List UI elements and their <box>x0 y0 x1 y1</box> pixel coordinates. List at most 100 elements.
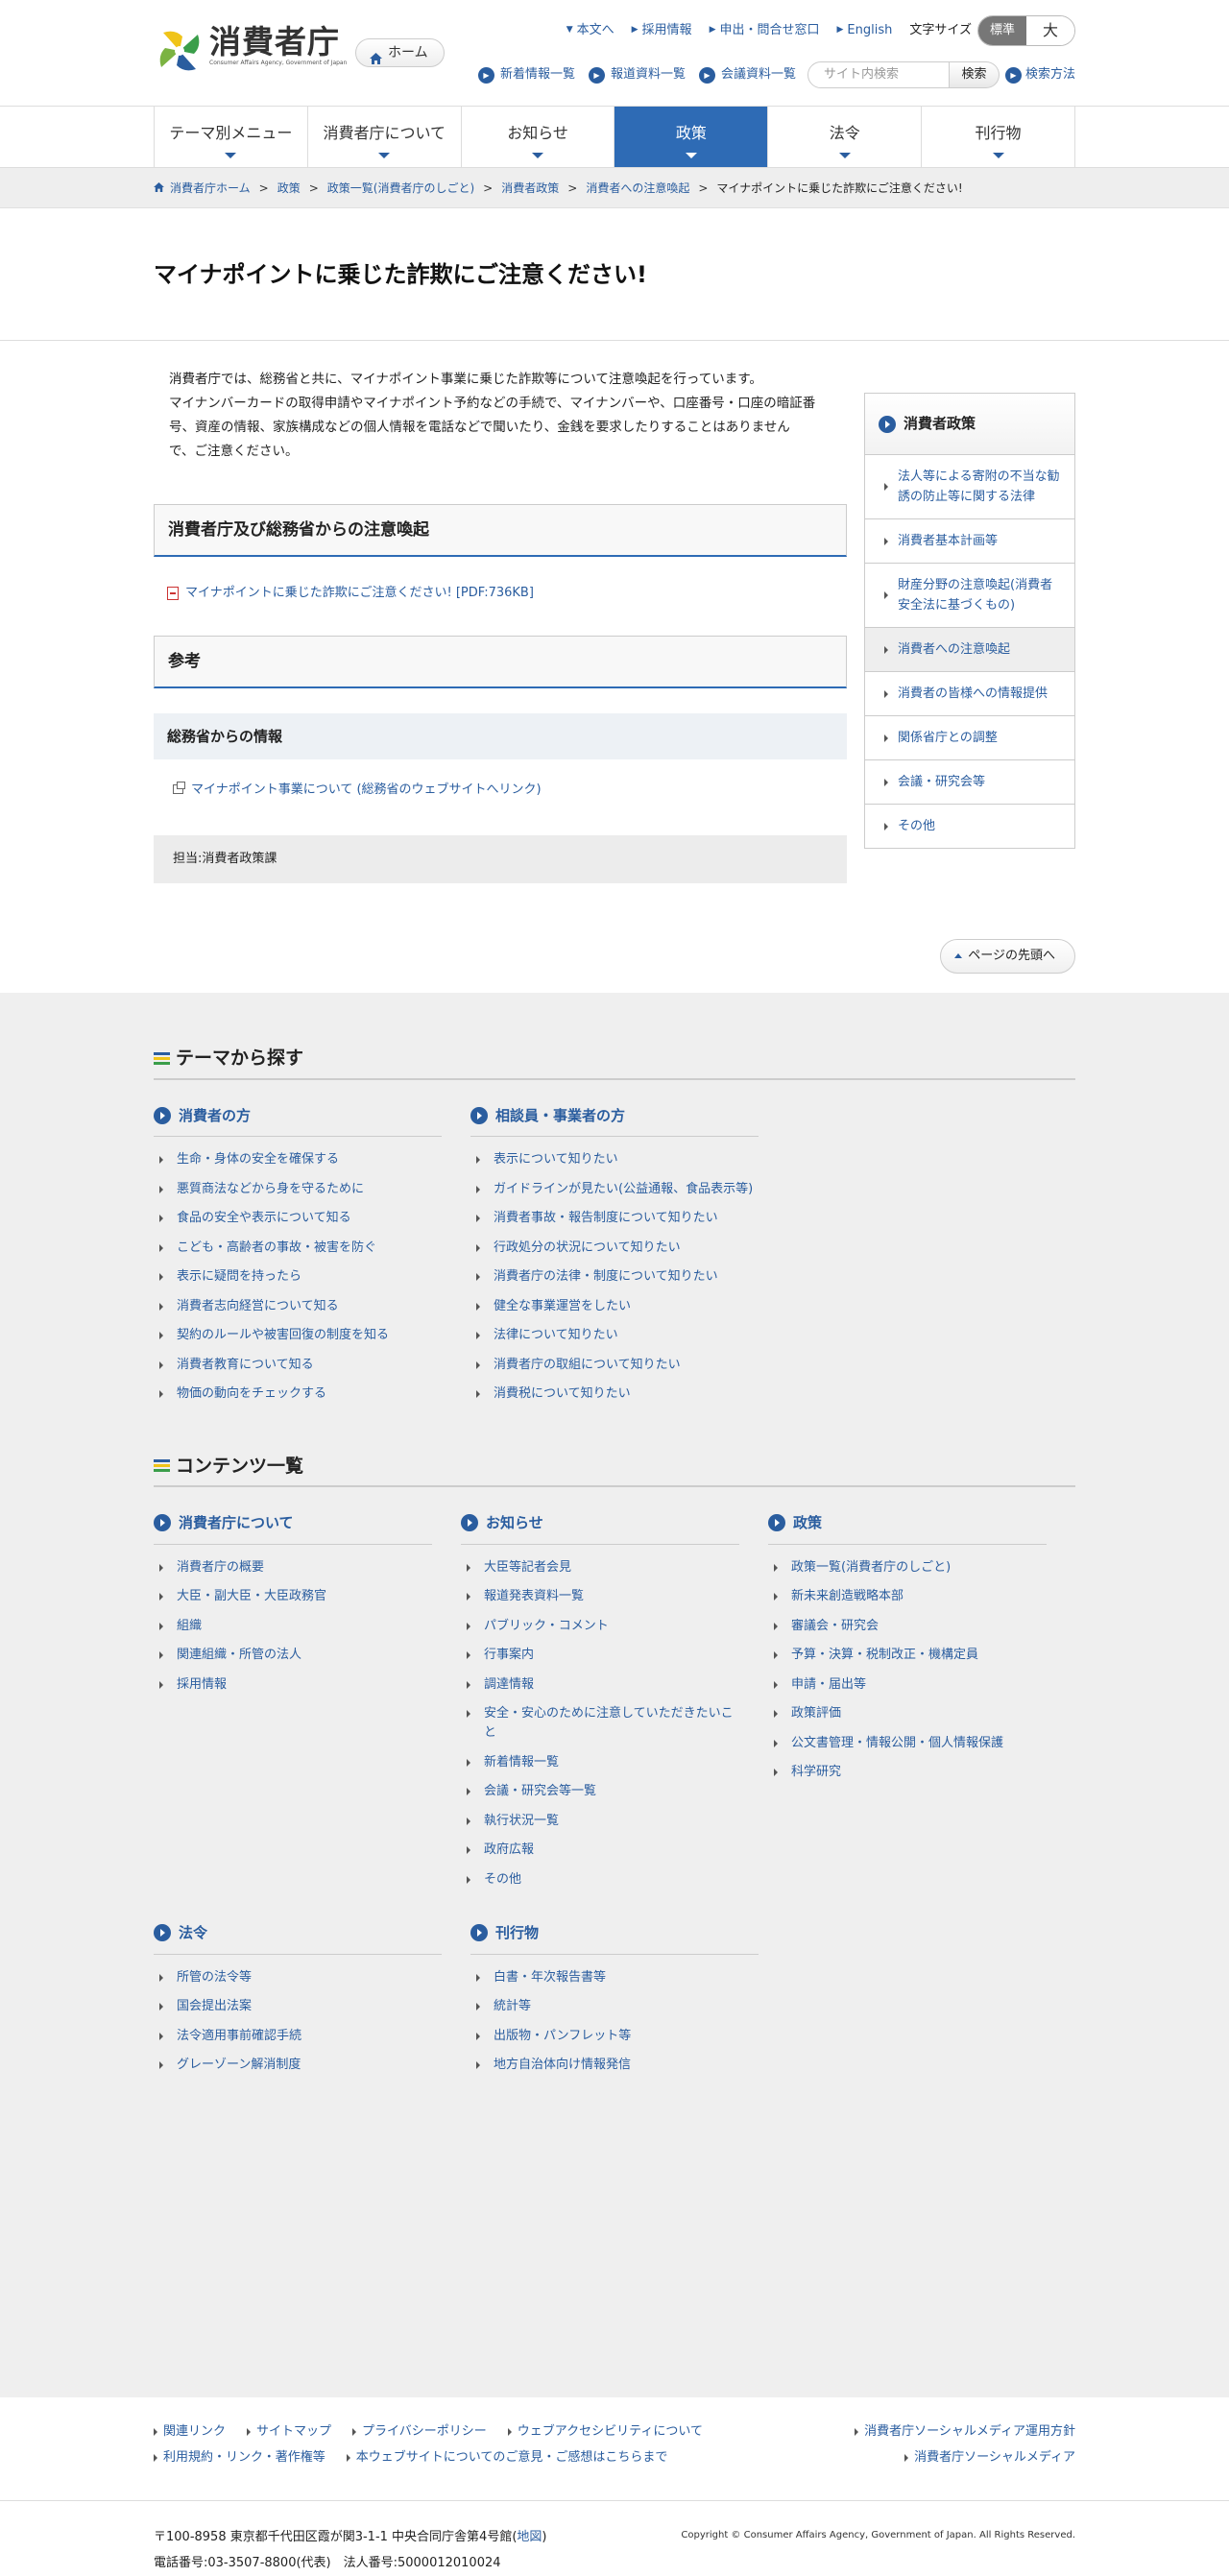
index-link[interactable]: 契約のルールや被害回復の制度を知る <box>154 1326 442 1345</box>
index-link[interactable]: ガイドラインが見たい(公益通報、食品表示等) <box>470 1180 759 1199</box>
index-link[interactable]: 消費者庁の概要 <box>154 1558 432 1577</box>
breadcrumb-alerts[interactable]: 消費者への注意喚起 <box>586 180 689 197</box>
index-link[interactable]: 地方自治体向け情報発信 <box>470 2056 759 2075</box>
index-link[interactable]: 表示に疑問を持ったら <box>154 1267 442 1287</box>
nav-law[interactable]: 法令 <box>768 107 923 167</box>
index-column-heading[interactable]: 政策 <box>768 1512 1047 1545</box>
back-to-top-button[interactable]: ページの先頭へ <box>940 939 1075 974</box>
sidebar-item[interactable]: 会議・研究会等 <box>864 760 1075 805</box>
nav-publications[interactable]: 刊行物 <box>922 107 1075 167</box>
index-link[interactable]: 審議会・研究会 <box>768 1617 1047 1636</box>
home-button[interactable]: ホーム <box>355 38 445 67</box>
index-link[interactable]: 法令適用事前確認手続 <box>154 2027 442 2046</box>
search-input[interactable]: サイト内検索 <box>807 61 950 88</box>
sidebar-item[interactable]: 財産分野の注意喚起(消費者安全法に基づくもの) <box>864 564 1075 628</box>
index-link[interactable]: 消費者事故・報告制度について知りたい <box>470 1209 759 1228</box>
index-link[interactable]: 関連組織・所管の法人 <box>154 1646 432 1665</box>
font-size-standard-button[interactable]: 標準 <box>978 16 1026 45</box>
footer-link[interactable]: 消費者庁ソーシャルメディア <box>904 2448 1075 2468</box>
nav-about[interactable]: 消費者庁について <box>308 107 462 167</box>
index-link[interactable]: パブリック・コメント <box>461 1617 739 1636</box>
index-link[interactable]: その他 <box>461 1870 739 1890</box>
breadcrumb-policy[interactable]: 政策 <box>277 180 301 197</box>
index-link[interactable]: 採用情報 <box>154 1675 432 1695</box>
font-size-large-button[interactable]: 大 <box>1026 16 1074 45</box>
search-button[interactable]: 検索 <box>949 61 1000 88</box>
press-list-link[interactable]: ▶ 報道資料一覧 <box>588 65 686 84</box>
map-link[interactable]: 地図 <box>517 2530 542 2544</box>
news-list-link[interactable]: ▶ 新着情報一覧 <box>477 65 575 84</box>
breadcrumb-consumer-policy[interactable]: 消費者政策 <box>501 180 559 197</box>
index-link[interactable]: 所管の法令等 <box>154 1968 442 1987</box>
meeting-list-link[interactable]: ▶ 会議資料一覧 <box>698 65 796 84</box>
index-link[interactable]: 新着情報一覧 <box>461 1753 739 1772</box>
index-link[interactable]: 会議・研究会等一覧 <box>461 1782 739 1801</box>
index-link[interactable]: 行政処分の状況について知りたい <box>470 1239 759 1258</box>
sidebar-item[interactable]: 関係省庁との調整 <box>864 716 1075 760</box>
index-column-heading[interactable]: 刊行物 <box>470 1922 759 1955</box>
footer-link[interactable]: 消費者庁ソーシャルメディア運用方針 <box>855 2422 1075 2442</box>
index-link[interactable]: 消費者志向経営について知る <box>154 1297 442 1316</box>
external-link[interactable]: マイナポイント事業について (総務省のウェブサイトへリンク) <box>173 781 847 800</box>
index-link[interactable]: 組織 <box>154 1617 432 1636</box>
index-link[interactable]: 安全・安心のために注意していただきたいこと <box>461 1704 739 1743</box>
index-link[interactable]: グレーゾーン解消制度 <box>154 2056 442 2075</box>
index-link[interactable]: 大臣・副大臣・大臣政務官 <box>154 1587 432 1606</box>
index-link[interactable]: 白書・年次報告書等 <box>470 1968 759 1987</box>
sidebar-item[interactable]: 消費者基本計画等 <box>864 519 1075 564</box>
index-link[interactable]: 報道発表資料一覧 <box>461 1587 739 1606</box>
index-column-heading[interactable]: 相談員・事業者の方 <box>470 1105 759 1137</box>
footer-link[interactable]: サイトマップ <box>247 2422 331 2442</box>
index-link[interactable]: 調達情報 <box>461 1675 739 1695</box>
index-link[interactable]: 国会提出法案 <box>154 1997 442 2016</box>
index-column-heading[interactable]: 法令 <box>154 1922 442 1955</box>
site-logo[interactable]: 消費者庁 Consumer Affairs Agency, Government… <box>154 25 347 77</box>
index-link[interactable]: 法律について知りたい <box>470 1326 759 1345</box>
index-link[interactable]: 科学研究 <box>768 1763 1047 1782</box>
nav-news[interactable]: お知らせ <box>462 107 615 167</box>
nav-theme-menu[interactable]: テーマ別メニュー <box>155 107 308 167</box>
index-link[interactable]: 出版物・パンフレット等 <box>470 2027 759 2046</box>
index-link[interactable]: 行事案内 <box>461 1646 739 1665</box>
index-link[interactable]: 政策評価 <box>768 1704 1047 1723</box>
skip-to-content-link[interactable]: ▼ 本文へ <box>566 21 614 40</box>
sidebar-item[interactable]: その他 <box>864 805 1075 849</box>
index-link[interactable]: 統計等 <box>470 1997 759 2016</box>
index-link[interactable]: 物価の動向をチェックする <box>154 1384 442 1404</box>
inquiry-link[interactable]: ▶ 申出・問合せ窓口 <box>710 21 820 40</box>
footer-link[interactable]: 関連リンク <box>154 2422 226 2442</box>
breadcrumb-policy-list[interactable]: 政策一覧(消費者庁のしごと) <box>327 180 474 197</box>
index-link[interactable]: 消費者教育について知る <box>154 1356 442 1375</box>
index-link[interactable]: 表示について知りたい <box>470 1150 759 1169</box>
english-link[interactable]: ▶ English <box>837 21 893 40</box>
footer-link[interactable]: プライバシーポリシー <box>352 2422 487 2442</box>
index-column-heading[interactable]: 消費者の方 <box>154 1105 442 1137</box>
sidebar-item[interactable]: 消費者の皆様への情報提供 <box>864 672 1075 716</box>
breadcrumb-home[interactable]: 消費者庁ホーム <box>170 180 251 197</box>
footer-link[interactable]: ウェブアクセシビリティについて <box>507 2422 703 2442</box>
index-link[interactable]: 執行状況一覧 <box>461 1812 739 1831</box>
index-link[interactable]: 政府広報 <box>461 1841 739 1860</box>
index-link[interactable]: 公文書管理・情報公開・個人情報保護 <box>768 1734 1047 1753</box>
index-link[interactable]: 予算・決算・税制改正・機構定員 <box>768 1646 1047 1665</box>
index-link[interactable]: 大臣等記者会見 <box>461 1558 739 1577</box>
sidebar-item[interactable]: 法人等による寄附の不当な勧誘の防止等に関する法律 <box>864 455 1075 519</box>
footer-link[interactable]: 利用規約・リンク・著作権等 <box>154 2448 325 2468</box>
index-link[interactable]: 悪質商法などから身を守るために <box>154 1180 442 1199</box>
index-link[interactable]: 健全な事業運営をしたい <box>470 1297 759 1316</box>
index-link[interactable]: 生命・身体の安全を確保する <box>154 1150 442 1169</box>
sidebar-item-current[interactable]: 消費者への注意喚起 <box>864 628 1075 672</box>
search-help-link[interactable]: ▶ 検索方法 <box>1004 65 1075 84</box>
index-link[interactable]: 消費者庁の取組について知りたい <box>470 1356 759 1375</box>
index-link[interactable]: 消費者庁の法律・制度について知りたい <box>470 1267 759 1287</box>
nav-policy[interactable]: 政策 <box>614 107 769 167</box>
index-link[interactable]: 新未来創造戦略本部 <box>768 1587 1047 1606</box>
index-link[interactable]: 申請・届出等 <box>768 1675 1047 1695</box>
footer-link[interactable]: 本ウェブサイトについてのご意見・ご感想はこちらまで <box>346 2448 667 2468</box>
index-link[interactable]: 消費税について知りたい <box>470 1384 759 1404</box>
index-column-heading[interactable]: 消費者庁について <box>154 1512 432 1545</box>
index-link[interactable]: 政策一覧(消費者庁のしごと) <box>768 1558 1047 1577</box>
index-column-heading[interactable]: お知らせ <box>461 1512 739 1545</box>
pdf-link[interactable]: マイナポイントに乗じた詐欺にご注意ください! [PDF:736KB] <box>167 584 847 603</box>
index-link[interactable]: こども・高齢者の事故・被害を防ぐ <box>154 1239 442 1258</box>
